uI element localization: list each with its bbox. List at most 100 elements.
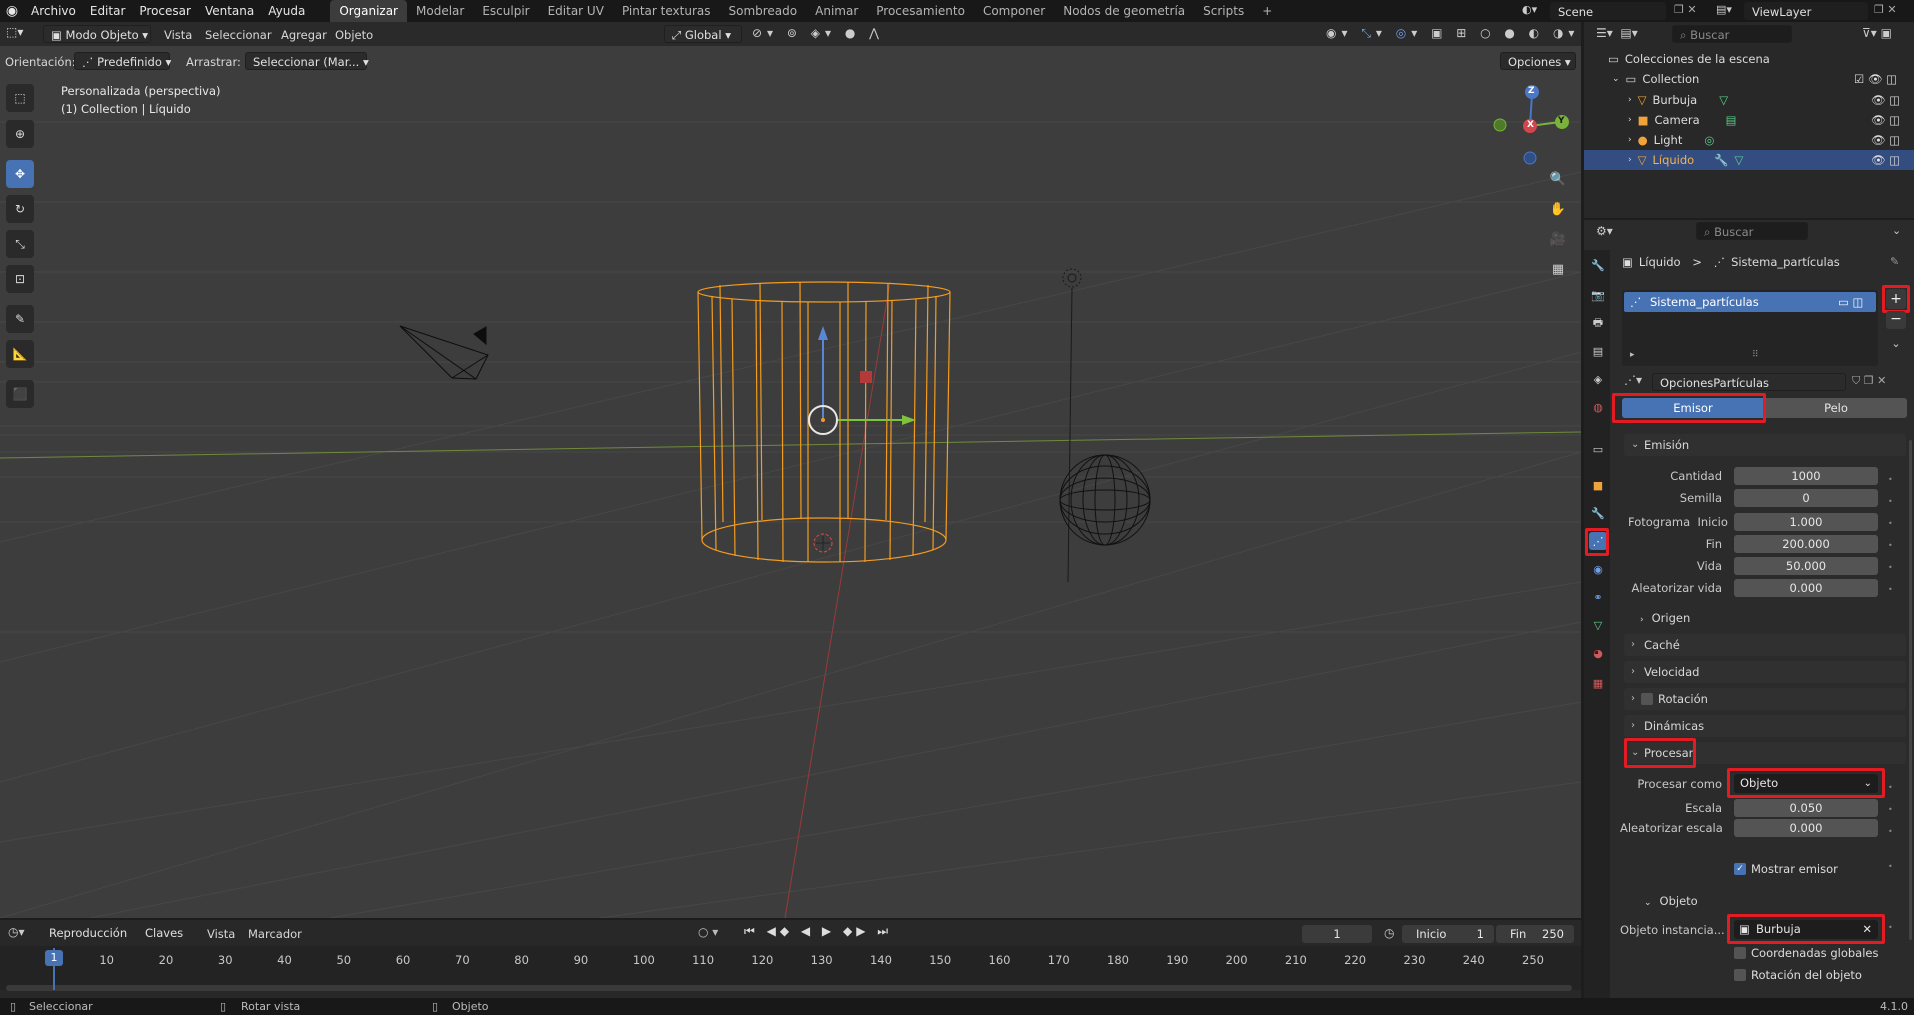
scene-tab-icon[interactable]: ◈ — [1589, 370, 1607, 388]
view-layer-tab-icon[interactable]: ▤ — [1589, 342, 1607, 360]
3d-viewport[interactable]: Z Y X ⬚▾ ▣ Modo Objeto ▾ Vista Seleccion… — [0, 22, 1581, 918]
new-scene-icon[interactable]: ❐ ✕ — [1674, 3, 1697, 16]
global-coords-checkbox[interactable] — [1734, 947, 1746, 959]
outliner-editor-icon[interactable]: ☰▾ ▤▾ — [1596, 26, 1638, 40]
viewlayer-icon[interactable]: ▤▾ — [1716, 3, 1732, 16]
random-life-field[interactable]: 0.000 — [1734, 579, 1878, 597]
viewlayer-name-field[interactable]: ViewLayer — [1744, 2, 1868, 20]
workspace-tab-editar-uv[interactable]: Editar UV — [539, 0, 613, 22]
marker-menu[interactable]: Marcador — [248, 927, 302, 941]
instance-dot[interactable]: • — [1888, 923, 1893, 932]
frame-start-field[interactable]: 1.000 — [1734, 513, 1878, 531]
menu-editar[interactable]: Editar — [83, 4, 133, 18]
settings-fake-user-icon[interactable]: ⛉ ❐ ✕ — [1852, 374, 1886, 388]
texture-tab-icon[interactable]: ▦ — [1589, 674, 1607, 692]
life-field[interactable]: 50.000 — [1734, 557, 1878, 575]
pan-view-button[interactable]: ✋ — [1546, 197, 1570, 221]
outliner-item-liquido[interactable]: › ▽ Líquido 🔧 ▽ 👁 ◫ — [1584, 150, 1914, 170]
select-box-tool[interactable]: ⬚ — [6, 84, 34, 112]
scale-tool[interactable]: ⤡ — [6, 230, 34, 258]
menu-ayuda[interactable]: Ayuda — [261, 4, 312, 18]
menu-procesar[interactable]: Procesar — [132, 4, 198, 18]
measure-tool[interactable]: 📐 — [6, 340, 34, 368]
workspace-tab-pintar-texturas[interactable]: Pintar texturas — [613, 0, 720, 22]
menu-vista[interactable]: Vista — [164, 28, 192, 42]
list-resize-handle[interactable]: ⠿ — [1752, 350, 1759, 360]
render-toggle-icon[interactable]: ▭ ◫ — [1838, 292, 1863, 312]
material-tab-icon[interactable]: ◕ — [1589, 644, 1607, 662]
workspace-tab-esculpir[interactable]: Esculpir — [473, 0, 538, 22]
visibility-icon[interactable]: 👁 ◫ — [1871, 93, 1900, 107]
properties-editor-icon[interactable]: ⚙▾ — [1596, 224, 1613, 238]
visibility-icon[interactable]: 👁 ◫ — [1871, 113, 1900, 127]
zoom-view-button[interactable]: 🔍 — [1546, 167, 1570, 191]
orientation-dropdown[interactable]: ⋰ Predefinido ▾ — [74, 52, 171, 70]
pin-icon[interactable]: ✎ — [1890, 255, 1899, 268]
mode-dropdown[interactable]: ▣ Modo Objeto ▾ — [43, 25, 151, 43]
random-scale-field[interactable]: 0.000 — [1734, 819, 1878, 837]
annotate-tool[interactable]: ✎ — [6, 305, 34, 333]
rotation-checkbox[interactable] — [1641, 693, 1653, 705]
workspace-tab-procesamiento[interactable]: Procesamiento — [867, 0, 974, 22]
settings-browse-icon[interactable]: ⋰▾ — [1624, 373, 1642, 387]
collection-tab-icon[interactable]: ▭ — [1589, 440, 1607, 458]
workspace-tab-animar[interactable]: Animar — [806, 0, 867, 22]
object-tab-icon[interactable]: ■ — [1589, 476, 1607, 494]
workspace-tab-nodos-geometria[interactable]: Nodos de geometría — [1054, 0, 1194, 22]
outliner-item-light[interactable]: › ● Light ◎ 👁 ◫ — [1584, 130, 1914, 150]
pivot-snap-icons[interactable]: ⊘▾ ⊚ ◈▾ ● ⋀ — [752, 26, 884, 40]
keying-menu[interactable]: Claves — [138, 924, 196, 942]
properties-search-input[interactable]: ⌕ Buscar — [1696, 222, 1808, 240]
origin-subpanel[interactable]: › Origen — [1640, 611, 1690, 625]
render-keyframe-dots[interactable]: • • • — [1888, 777, 1893, 843]
emission-panel-header[interactable]: ⌄ Emisión — [1624, 434, 1906, 456]
workspace-tab-componer[interactable]: Componer — [974, 0, 1054, 22]
playback-menu[interactable]: Reproducción — [42, 924, 134, 942]
physics-tab-icon[interactable]: ◉ — [1589, 560, 1607, 578]
constraints-tab-icon[interactable]: ⚭ — [1589, 588, 1607, 606]
data-tab-icon[interactable]: ▽ — [1589, 616, 1607, 634]
outliner-filter-icon[interactable]: ⊽▾ ▣ — [1862, 26, 1892, 40]
end-frame-field[interactable]: Fin 250 — [1496, 925, 1574, 943]
timeline-scrollbar[interactable] — [6, 985, 1572, 991]
menu-objeto[interactable]: Objeto — [335, 28, 373, 42]
output-tab-icon[interactable]: 🖶 — [1589, 314, 1607, 332]
timeline-view-menu[interactable]: Vista — [207, 927, 235, 941]
drag-dropdown[interactable]: Seleccionar (Mar... ▾ — [245, 52, 369, 70]
new-viewlayer-icon[interactable]: ❐ ✕ — [1874, 3, 1897, 16]
options-dropdown[interactable]: Opciones ▾ — [1500, 52, 1576, 70]
outliner-item-camera[interactable]: › ■ Camera ▤ 👁 ◫ — [1584, 110, 1914, 130]
dynamics-panel-header[interactable]: › Dinámicas — [1624, 715, 1906, 737]
menu-ventana[interactable]: Ventana — [198, 4, 261, 18]
outliner-collection[interactable]: ⌄ ▭ Collection ☑ 👁 ◫ — [1584, 69, 1914, 89]
move-tool[interactable]: ✥ — [6, 160, 34, 188]
object-rotation-checkbox[interactable] — [1734, 969, 1746, 981]
menu-seleccionar[interactable]: Seleccionar — [205, 28, 272, 42]
world-tab-icon[interactable]: ◍ — [1589, 398, 1607, 416]
rotation-panel-header[interactable]: › Rotación — [1624, 688, 1906, 710]
workspace-tab-sombreado[interactable]: Sombreado — [719, 0, 806, 22]
collection-checkbox-icon[interactable]: ☑ 👁 ◫ — [1854, 72, 1897, 86]
menu-agregar[interactable]: Agregar — [281, 28, 327, 42]
tool-tab-icon[interactable]: 🔧 — [1589, 256, 1607, 274]
count-field[interactable]: 1000 — [1734, 467, 1878, 485]
outliner-item-burbuja[interactable]: › ▽ Burbuja ▽ 👁 ◫ — [1584, 90, 1914, 110]
seed-field[interactable]: 0 — [1734, 489, 1878, 507]
camera-view-button[interactable]: 🎥 — [1546, 227, 1570, 251]
show-emitter-checkbox[interactable]: ✓ — [1734, 863, 1746, 875]
transform-tool[interactable]: ⊡ — [6, 265, 34, 293]
workspace-tab-modelar[interactable]: Modelar — [407, 0, 473, 22]
timeline-editor-icon[interactable]: ◷▾ — [8, 925, 25, 939]
list-menu-button[interactable]: ⌄ — [1886, 337, 1906, 355]
hair-type-button[interactable]: Pelo — [1765, 398, 1907, 418]
auto-keying-icon[interactable]: ○ ▾ — [698, 925, 718, 939]
velocity-panel-header[interactable]: › Velocidad — [1624, 661, 1906, 683]
render-tab-icon[interactable]: 📷 — [1589, 286, 1607, 304]
perspective-toggle-button[interactable]: ▦ — [1546, 257, 1570, 281]
keyframe-dots[interactable]: • • • • • • — [1888, 469, 1893, 601]
show-emitter-dot[interactable]: • — [1888, 862, 1893, 871]
object-subpanel-header[interactable]: ⌄ Objeto — [1644, 894, 1698, 908]
scene-name-field[interactable]: Scene — [1550, 2, 1666, 20]
start-frame-field[interactable]: Inicio 1 — [1402, 925, 1494, 943]
playhead-frame-badge[interactable]: 1 — [45, 950, 63, 966]
